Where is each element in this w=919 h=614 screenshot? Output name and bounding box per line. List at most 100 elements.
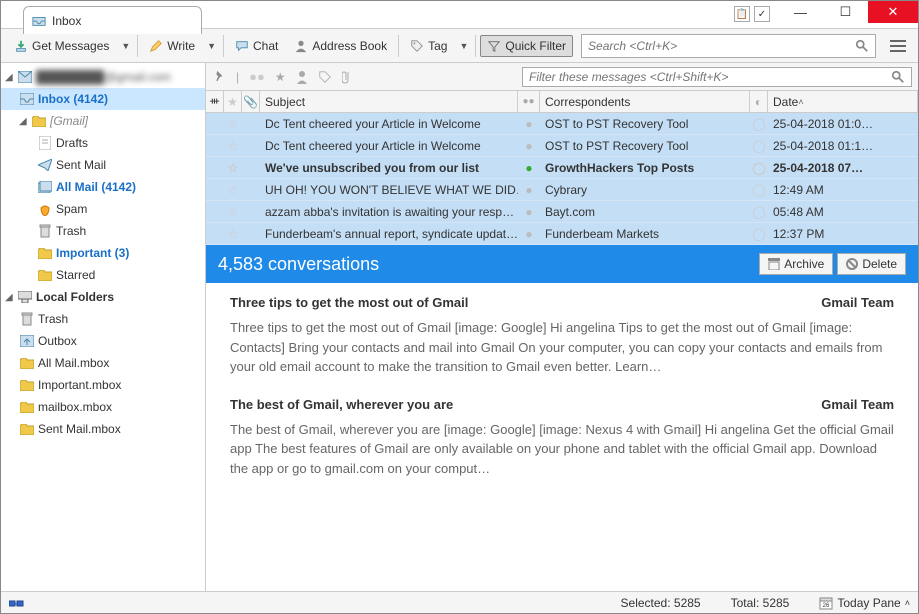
thread-column[interactable]: ᚒ [206,91,224,112]
star-column[interactable]: ★ [224,91,242,112]
message-row[interactable]: ☆Dc Tent cheered your Article in Welcome… [206,135,918,157]
junk-icon[interactable]: ◯ [752,227,765,241]
preview-item[interactable]: The best of Gmail, wherever you areGmail… [230,397,894,479]
dropdown-icon[interactable]: ▼ [456,41,471,51]
preview-pane: Three tips to get the most out of GmailG… [206,283,918,591]
folder-outbox[interactable]: Outbox [1,330,205,352]
star-icon[interactable]: ☆ [228,139,239,153]
junk-column[interactable]: ◐ [750,91,768,112]
tab-inbox[interactable]: Inbox [23,6,202,34]
preview-title: Three tips to get the most out of Gmail [230,295,468,310]
message-row[interactable]: ☆Funderbeam's annual report, syndicate u… [206,223,918,245]
star-icon[interactable]: ☆ [228,117,239,131]
junk-icon[interactable]: ◯ [752,205,765,219]
delete-button[interactable]: Delete [837,253,906,275]
read-status-icon[interactable]: ● [518,223,540,244]
message-row[interactable]: ☆We've unsubscribed you from our list●Gr… [206,157,918,179]
folder-important-mbox[interactable]: Important.mbox [1,374,205,396]
tag-button[interactable]: Tag [403,35,454,57]
filter-input[interactable] [529,70,891,84]
folder-starred[interactable]: Starred [1,264,205,286]
local-icon [17,290,33,304]
folder-gmail[interactable]: ◢ [Gmail] [1,110,205,132]
account-node[interactable]: ◢ ████████@gmail.com [1,66,205,88]
pin-icon[interactable] [212,70,226,84]
read-status-icon[interactable]: ● [518,113,540,134]
local-folders-node[interactable]: ◢ Local Folders [1,286,205,308]
tag-filter-icon[interactable] [318,70,332,84]
app-menu-button[interactable] [884,32,912,60]
attachment-filter-icon[interactable] [342,70,354,84]
today-pane-toggle[interactable]: 26 Today Pane ˄ [819,596,910,610]
folder-inbox[interactable]: Inbox (4142) [1,88,205,110]
get-messages-button[interactable]: Get Messages [7,35,116,57]
junk-icon[interactable]: ◯ [752,139,765,153]
folder-trash[interactable]: Trash [1,220,205,242]
folder-sent[interactable]: Sent Mail [1,154,205,176]
read-status-icon[interactable]: ● [518,157,540,178]
folder-label: Important (3) [56,246,129,260]
folder-label: Local Folders [36,290,114,304]
unread-filter-icon[interactable]: ●● [249,69,265,84]
folder-local-trash[interactable]: Trash [1,308,205,330]
star-icon[interactable]: ☆ [228,227,239,241]
star-icon[interactable]: ☆ [228,183,239,197]
collapse-icon[interactable]: ◢ [5,292,14,303]
junk-icon[interactable]: ◯ [752,183,765,197]
tab-label: Inbox [52,14,81,28]
collapse-icon[interactable]: ◢ [5,72,14,83]
archive-button[interactable]: Archive [759,253,833,275]
dropdown-icon[interactable]: ▼ [118,41,133,51]
read-status-icon[interactable]: ● [518,135,540,156]
folder-drafts[interactable]: Drafts [1,132,205,154]
global-search[interactable] [581,34,876,58]
correspondents-column[interactable]: Correspondents [540,91,750,112]
quick-filter-label: Quick Filter [505,39,566,53]
subject-column[interactable]: Subject [260,91,518,112]
folder-tree: ◢ ████████@gmail.com Inbox (4142) ◢ [Gma… [1,63,206,591]
date-column[interactable]: Date ˄ [768,91,918,112]
write-button[interactable]: Write [142,35,202,57]
search-icon[interactable] [855,39,869,53]
dropdown-icon[interactable]: ▼ [204,41,219,51]
star-filter-icon[interactable]: ★ [275,70,286,84]
message-row[interactable]: ☆Dc Tent cheered your Article in Welcome… [206,113,918,135]
contact-filter-icon[interactable] [296,70,308,84]
minimize-button[interactable]: — [778,1,823,23]
folder-allmail[interactable]: All Mail (4142) [1,176,205,198]
close-button[interactable]: ✕ [868,1,918,23]
attachment-column[interactable]: 📎 [242,91,260,112]
search-input[interactable] [588,39,855,53]
message-filter-box[interactable] [522,67,912,87]
search-icon[interactable] [891,70,905,84]
folder-sentmail-mbox[interactable]: Sent Mail.mbox [1,418,205,440]
quick-filter-button[interactable]: Quick Filter [480,35,573,57]
junk-icon[interactable]: ◯ [752,117,765,131]
collapse-icon[interactable]: ◢ [19,116,28,127]
conversation-count: 4,583 conversations [218,254,379,275]
message-row[interactable]: ☆azzam abba's invitation is awaiting you… [206,201,918,223]
window-controls: — ☐ ✕ [778,1,918,23]
preview-item[interactable]: Three tips to get the most out of GmailG… [230,295,894,377]
folder-spam[interactable]: Spam [1,198,205,220]
read-column[interactable]: ●● [518,91,540,112]
read-status-icon[interactable]: ● [518,201,540,222]
folder-mailbox-mbox[interactable]: mailbox.mbox [1,396,205,418]
address-book-button[interactable]: Address Book [287,35,394,57]
message-from: Cybrary [540,179,750,200]
chat-button[interactable]: Chat [228,35,285,57]
junk-icon[interactable]: ◯ [752,161,765,175]
total-count: Total: 5285 [731,596,790,610]
star-icon[interactable]: ☆ [228,161,239,175]
maximize-button[interactable]: ☐ [823,1,868,23]
tasks-icon[interactable]: ✓ [754,6,770,22]
online-status-icon[interactable] [9,597,25,609]
read-status-icon[interactable]: ● [518,179,540,200]
calendar-icon[interactable]: 📋 [734,6,750,22]
star-icon[interactable]: ☆ [228,205,239,219]
message-date: 25-04-2018 07… [768,157,918,178]
folder-allmail-mbox[interactable]: All Mail.mbox [1,352,205,374]
archive-label: Archive [784,257,824,271]
folder-important[interactable]: Important (3) [1,242,205,264]
message-row[interactable]: ☆UH OH! YOU WON'T BELIEVE WHAT WE DID…●C… [206,179,918,201]
